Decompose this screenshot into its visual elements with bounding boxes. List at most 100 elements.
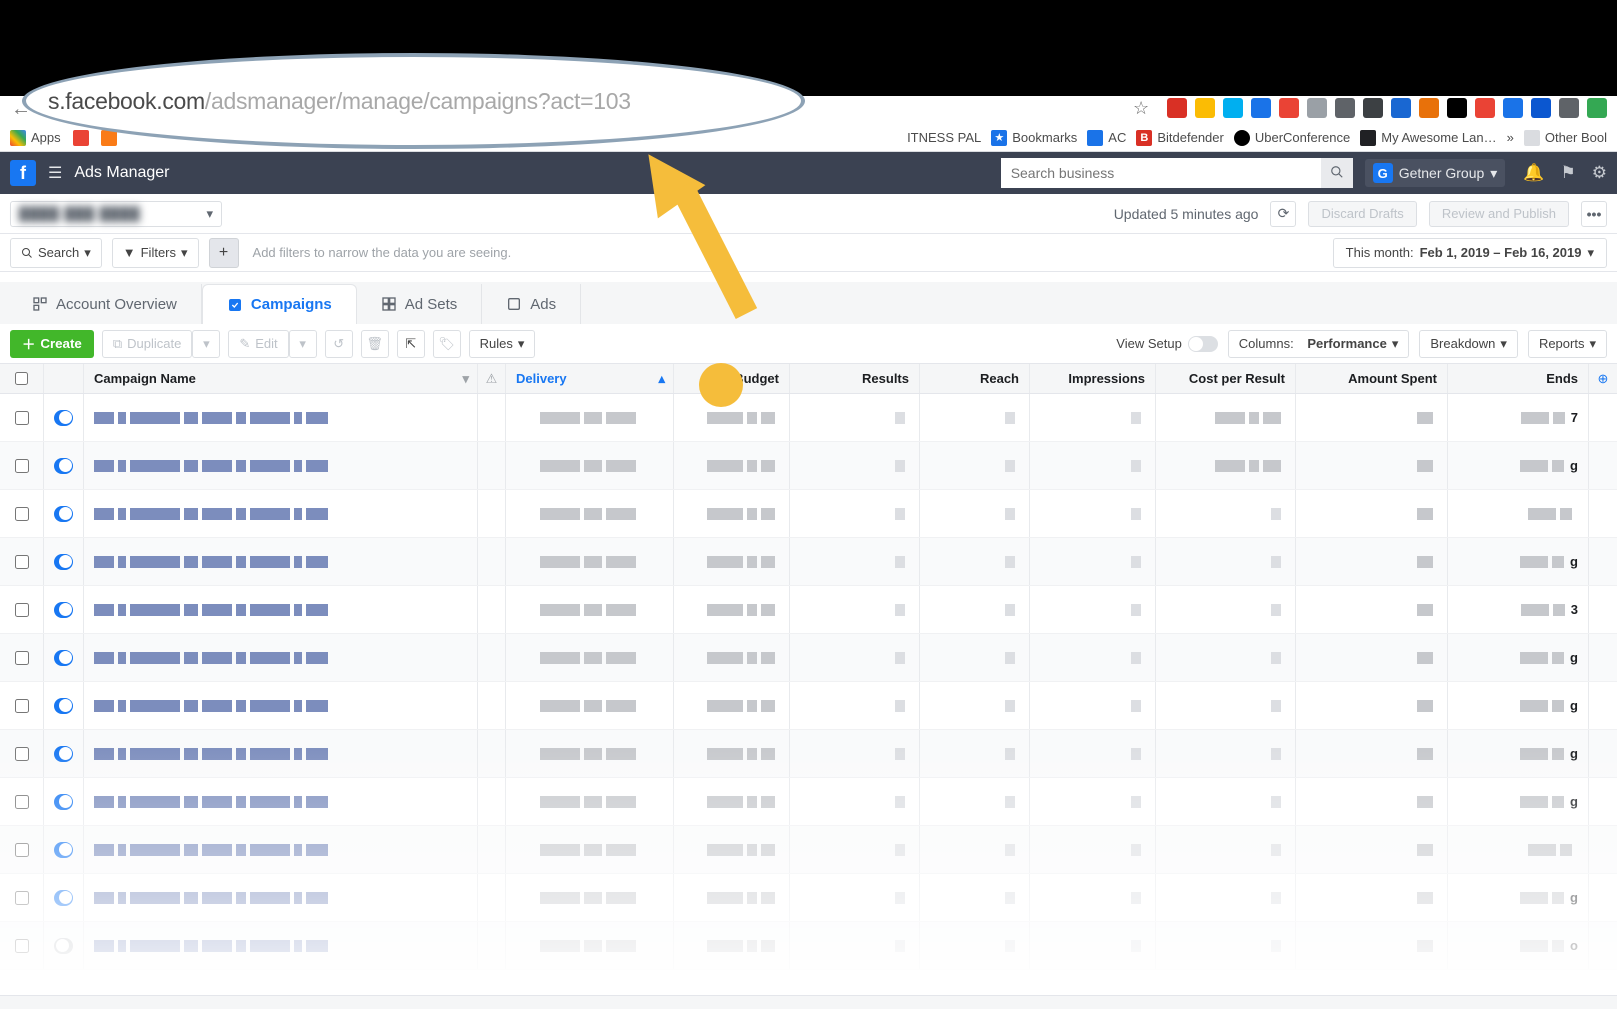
row-checkbox[interactable] xyxy=(15,891,29,905)
delete-button[interactable]: 🗑 xyxy=(361,330,389,358)
row-toggle[interactable] xyxy=(54,842,73,858)
row-checkbox[interactable] xyxy=(15,843,29,857)
bell-icon[interactable]: 🔔 xyxy=(1523,163,1544,183)
cell-name[interactable] xyxy=(84,394,478,441)
row-toggle[interactable] xyxy=(54,602,73,618)
col-add-column[interactable]: ⊕ xyxy=(1589,364,1617,393)
row-toggle[interactable] xyxy=(54,410,73,426)
bookmark-item[interactable]: UberConference xyxy=(1234,130,1350,146)
bookmark-item[interactable]: AC xyxy=(1087,130,1126,146)
ext-icon[interactable] xyxy=(1167,98,1187,118)
row-toggle[interactable] xyxy=(54,794,73,810)
row-checkbox[interactable] xyxy=(15,603,29,617)
row-toggle[interactable] xyxy=(54,506,73,522)
cell-name[interactable] xyxy=(84,682,478,729)
reports-button[interactable]: Reports ▾ xyxy=(1528,330,1607,358)
table-row[interactable]: g xyxy=(0,634,1617,682)
table-row[interactable]: g xyxy=(0,874,1617,922)
ext-icon[interactable] xyxy=(1335,98,1355,118)
table-row[interactable]: g xyxy=(0,778,1617,826)
row-checkbox[interactable] xyxy=(15,555,29,569)
ext-icon[interactable] xyxy=(1307,98,1327,118)
row-checkbox[interactable] xyxy=(15,939,29,953)
ext-icon[interactable] xyxy=(1475,98,1495,118)
more-menu-button[interactable]: ••• xyxy=(1581,201,1607,227)
revert-button[interactable]: ↺ xyxy=(325,330,353,358)
row-checkbox[interactable] xyxy=(15,459,29,473)
view-setup-toggle[interactable]: View Setup xyxy=(1116,336,1218,352)
date-range-button[interactable]: This month:Feb 1, 2019 – Feb 16, 2019▾ xyxy=(1333,238,1607,268)
row-checkbox[interactable] xyxy=(15,507,29,521)
bookmark-overflow[interactable]: » xyxy=(1507,130,1514,145)
row-checkbox[interactable] xyxy=(15,795,29,809)
cell-name[interactable] xyxy=(84,730,478,777)
filters-button[interactable]: ▼Filters▾ xyxy=(112,238,199,268)
search-button[interactable]: Search▾ xyxy=(10,238,102,268)
row-checkbox[interactable] xyxy=(15,747,29,761)
cell-name[interactable] xyxy=(84,826,478,873)
col-campaign-name[interactable]: Campaign Name▾ xyxy=(84,364,478,393)
cell-name[interactable] xyxy=(84,586,478,633)
fb-logo-icon[interactable]: f xyxy=(10,160,36,186)
menu-icon[interactable]: ☰ xyxy=(48,163,62,183)
row-toggle[interactable] xyxy=(54,650,73,666)
row-checkbox[interactable] xyxy=(15,651,29,665)
gmail-icon[interactable] xyxy=(73,130,89,146)
table-row[interactable]: g xyxy=(0,538,1617,586)
bookmark-item[interactable]: BBitdefender xyxy=(1136,130,1224,146)
cell-name[interactable] xyxy=(84,922,478,969)
ext-icon[interactable] xyxy=(1503,98,1523,118)
col-delivery[interactable]: Delivery▴ xyxy=(506,364,674,393)
columns-button[interactable]: Columns: Performance ▾ xyxy=(1228,330,1410,358)
duplicate-button[interactable]: ⧉Duplicate xyxy=(102,330,193,358)
search-input[interactable] xyxy=(1001,158,1321,188)
ext-icon[interactable] xyxy=(1419,98,1439,118)
cell-name[interactable] xyxy=(84,490,478,537)
row-toggle[interactable] xyxy=(54,698,73,714)
create-button[interactable]: ＋Create xyxy=(10,330,94,358)
ext-icon[interactable] xyxy=(1531,98,1551,118)
table-row[interactable]: g xyxy=(0,730,1617,778)
ext-icon[interactable] xyxy=(1195,98,1215,118)
review-publish-button[interactable]: Review and Publish xyxy=(1429,201,1569,227)
ext-icon[interactable] xyxy=(1363,98,1383,118)
col-results[interactable]: Results xyxy=(790,364,920,393)
ext-icon[interactable] xyxy=(1447,98,1467,118)
col-amount-spent[interactable]: Amount Spent xyxy=(1296,364,1448,393)
cell-name[interactable] xyxy=(84,634,478,681)
ext-icon[interactable] xyxy=(1587,98,1607,118)
col-ends[interactable]: Ends xyxy=(1448,364,1589,393)
bookmark-item[interactable]: My Awesome Lan… xyxy=(1360,130,1496,146)
tab-ads[interactable]: Ads xyxy=(482,284,581,324)
col-reach[interactable]: Reach xyxy=(920,364,1030,393)
search-button[interactable] xyxy=(1321,158,1353,188)
account-selector[interactable]: ████ ███ ████ ▾ xyxy=(10,201,222,227)
col-checkbox[interactable] xyxy=(0,364,44,393)
export-button[interactable]: ⇱ xyxy=(397,330,425,358)
apps-shortcut[interactable]: Apps xyxy=(10,130,61,146)
select-all-checkbox[interactable] xyxy=(15,372,28,385)
ext-icon[interactable] xyxy=(1279,98,1299,118)
flag-icon[interactable]: ⚑ xyxy=(1561,163,1576,183)
ext-icon[interactable] xyxy=(1223,98,1243,118)
add-filter-button[interactable]: + xyxy=(209,238,239,268)
tag-button[interactable]: 🏷 xyxy=(433,330,461,358)
table-row[interactable] xyxy=(0,826,1617,874)
refresh-button[interactable]: ⟳ xyxy=(1270,201,1296,227)
cell-name[interactable] xyxy=(84,442,478,489)
breakdown-button[interactable]: Breakdown ▾ xyxy=(1419,330,1518,358)
row-toggle[interactable] xyxy=(54,890,73,906)
table-row[interactable]: g xyxy=(0,682,1617,730)
star-icon[interactable]: ☆ xyxy=(1133,98,1153,118)
cell-name[interactable] xyxy=(84,874,478,921)
rules-button[interactable]: Rules▾ xyxy=(469,330,536,358)
other-bookmarks[interactable]: Other Bool xyxy=(1524,130,1607,146)
row-checkbox[interactable] xyxy=(15,699,29,713)
table-row[interactable]: o xyxy=(0,922,1617,970)
bookmark-item[interactable]: ★Bookmarks xyxy=(991,130,1077,146)
col-impressions[interactable]: Impressions xyxy=(1030,364,1156,393)
cell-name[interactable] xyxy=(84,538,478,585)
row-checkbox[interactable] xyxy=(15,411,29,425)
bookmark-item[interactable]: ITNESS PAL xyxy=(907,130,981,145)
row-toggle[interactable] xyxy=(54,938,73,954)
